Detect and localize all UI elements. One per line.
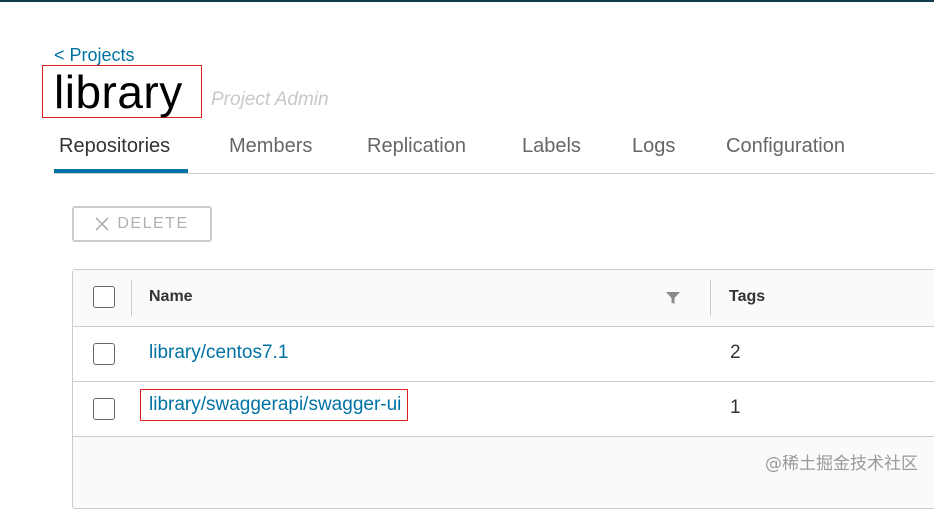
close-icon: [95, 217, 109, 231]
tab-labels[interactable]: Labels: [522, 130, 581, 173]
breadcrumb-projects-link[interactable]: < Projects: [54, 45, 135, 66]
filter-icon[interactable]: [666, 292, 680, 304]
column-divider: [131, 280, 132, 316]
project-tabs: Repositories Members Replication Labels …: [54, 130, 934, 174]
table-header: Name Tags: [73, 270, 934, 328]
row-checkbox[interactable]: [93, 343, 115, 365]
select-all-checkbox[interactable]: [93, 286, 115, 308]
delete-button-label: DELETE: [117, 215, 189, 232]
repository-link[interactable]: library/centos7.1: [149, 342, 288, 364]
column-header-tags[interactable]: Tags: [729, 288, 765, 306]
tab-replication[interactable]: Replication: [367, 130, 466, 173]
table-row[interactable]: library/centos7.1 2: [73, 327, 934, 382]
tab-logs[interactable]: Logs: [632, 130, 675, 173]
tag-count: 2: [730, 342, 741, 363]
tab-repositories[interactable]: Repositories: [54, 130, 188, 173]
tab-configuration[interactable]: Configuration: [726, 130, 845, 173]
delete-button[interactable]: DELETE: [72, 206, 212, 242]
column-header-name[interactable]: Name: [149, 288, 193, 306]
repository-link[interactable]: library/swaggerapi/swagger-ui: [140, 389, 409, 421]
project-role-label: Project Admin: [211, 89, 329, 110]
tab-members[interactable]: Members: [229, 130, 312, 173]
tag-count: 1: [730, 397, 741, 418]
column-divider: [710, 280, 711, 316]
watermark: @稀土掘金技术社区: [765, 454, 918, 474]
row-checkbox[interactable]: [93, 398, 115, 420]
table-row[interactable]: library/swaggerapi/swagger-ui 1: [73, 382, 934, 437]
page-title: library: [42, 65, 202, 118]
project-detail-page: < Projects library Project Admin Reposit…: [0, 0, 934, 509]
